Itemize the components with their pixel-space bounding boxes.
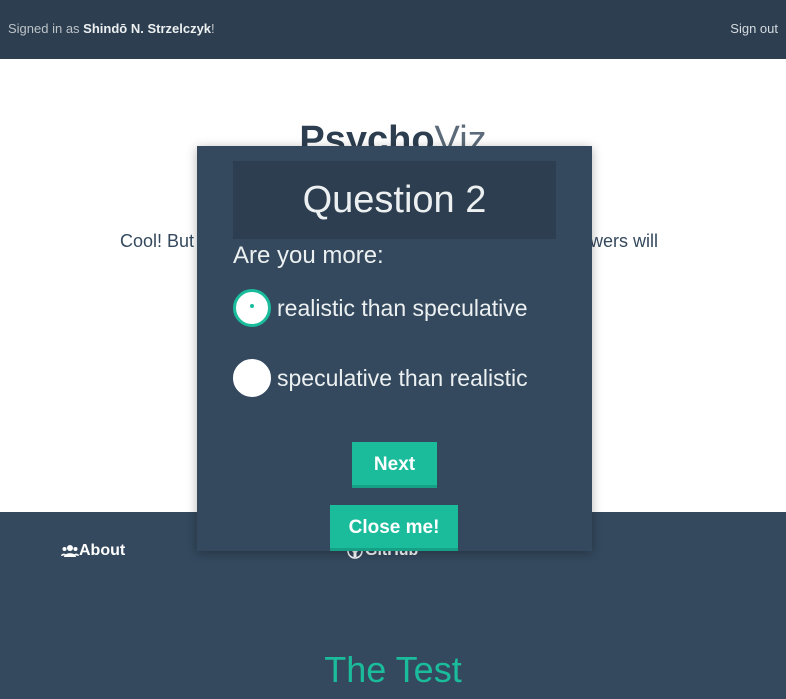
next-button[interactable]: Next — [352, 442, 437, 488]
signed-in-suffix: ! — [211, 21, 215, 36]
option-speculative-label: speculative than realistic — [277, 364, 528, 391]
option-realistic[interactable]: realistic than speculative — [233, 289, 528, 327]
option-realistic-label: realistic than speculative — [277, 294, 528, 321]
radio-realistic[interactable] — [233, 289, 271, 327]
close-button[interactable]: Close me! — [330, 505, 458, 551]
radio-speculative[interactable] — [233, 359, 271, 397]
nav-about-label: About — [79, 542, 126, 559]
test-section: The Test — [0, 591, 786, 699]
hero-text-left: Cool! But — [120, 231, 195, 251]
signed-in-text: Signed in as Shindō N. Strzelczyk! — [8, 21, 215, 36]
section-title: The Test — [324, 649, 462, 690]
option-speculative[interactable]: speculative than realistic — [233, 359, 528, 397]
question-modal: Question 2 Are you more: realistic than … — [197, 146, 592, 551]
signed-in-prefix: Signed in as — [8, 21, 84, 36]
sign-out-link[interactable]: Sign out — [730, 21, 778, 36]
hero-text-right: wers will — [590, 231, 659, 251]
question-prompt: Are you more: — [233, 242, 384, 269]
top-bar: Signed in as Shindō N. Strzelczyk! Sign … — [0, 0, 786, 59]
question-title: Question 2 — [233, 161, 556, 239]
user-name: Shindō N. Strzelczyk — [83, 21, 212, 36]
users-icon — [61, 543, 79, 559]
nav-about-link[interactable]: About — [61, 542, 125, 560]
